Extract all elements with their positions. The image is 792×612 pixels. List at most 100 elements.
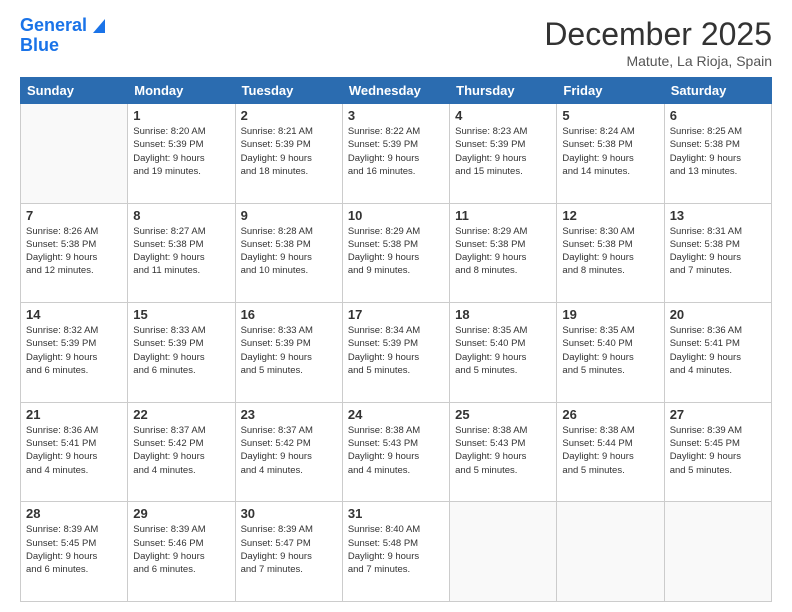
day-info-line: Sunrise: 8:29 AM <box>348 225 444 238</box>
day-info-line: Sunrise: 8:24 AM <box>562 125 658 138</box>
day-info-line: Daylight: 9 hours <box>455 450 551 463</box>
calendar-week-3: 14Sunrise: 8:32 AMSunset: 5:39 PMDayligh… <box>21 303 772 403</box>
day-info-line: Sunset: 5:38 PM <box>26 238 122 251</box>
day-number: 24 <box>348 407 444 422</box>
day-info-line: Sunrise: 8:32 AM <box>26 324 122 337</box>
calendar-week-2: 7Sunrise: 8:26 AMSunset: 5:38 PMDaylight… <box>21 203 772 303</box>
day-info: Sunrise: 8:33 AMSunset: 5:39 PMDaylight:… <box>241 324 337 377</box>
day-info-line: Sunrise: 8:39 AM <box>26 523 122 536</box>
day-info: Sunrise: 8:39 AMSunset: 5:46 PMDaylight:… <box>133 523 229 576</box>
day-info: Sunrise: 8:39 AMSunset: 5:47 PMDaylight:… <box>241 523 337 576</box>
calendar-cell: 19Sunrise: 8:35 AMSunset: 5:40 PMDayligh… <box>557 303 664 403</box>
day-info-line: Daylight: 9 hours <box>348 550 444 563</box>
day-info-line: and 19 minutes. <box>133 165 229 178</box>
day-info-line: and 16 minutes. <box>348 165 444 178</box>
day-info-line: Daylight: 9 hours <box>241 152 337 165</box>
day-info: Sunrise: 8:21 AMSunset: 5:39 PMDaylight:… <box>241 125 337 178</box>
day-info: Sunrise: 8:22 AMSunset: 5:39 PMDaylight:… <box>348 125 444 178</box>
calendar-cell: 14Sunrise: 8:32 AMSunset: 5:39 PMDayligh… <box>21 303 128 403</box>
day-info-line: and 6 minutes. <box>26 364 122 377</box>
day-info-line: Daylight: 9 hours <box>670 152 766 165</box>
day-info-line: Daylight: 9 hours <box>241 251 337 264</box>
day-info-line: Sunrise: 8:38 AM <box>562 424 658 437</box>
day-info-line: Sunrise: 8:37 AM <box>241 424 337 437</box>
calendar-cell: 3Sunrise: 8:22 AMSunset: 5:39 PMDaylight… <box>342 104 449 204</box>
calendar-cell: 17Sunrise: 8:34 AMSunset: 5:39 PMDayligh… <box>342 303 449 403</box>
day-number: 2 <box>241 108 337 123</box>
calendar-cell <box>450 502 557 602</box>
day-number: 19 <box>562 307 658 322</box>
logo-text: General <box>20 16 87 36</box>
day-info-line: Sunrise: 8:30 AM <box>562 225 658 238</box>
day-info-line: and 7 minutes. <box>670 264 766 277</box>
day-info-line: Daylight: 9 hours <box>348 251 444 264</box>
col-header-thursday: Thursday <box>450 78 557 104</box>
day-info-line: Sunrise: 8:38 AM <box>348 424 444 437</box>
col-header-tuesday: Tuesday <box>235 78 342 104</box>
day-info-line: Sunset: 5:46 PM <box>133 537 229 550</box>
day-info-line: Sunrise: 8:33 AM <box>241 324 337 337</box>
day-info-line: Sunset: 5:48 PM <box>348 537 444 550</box>
day-info-line: Sunset: 5:38 PM <box>670 238 766 251</box>
calendar-cell: 8Sunrise: 8:27 AMSunset: 5:38 PMDaylight… <box>128 203 235 303</box>
day-number: 8 <box>133 208 229 223</box>
day-info-line: Sunset: 5:38 PM <box>348 238 444 251</box>
day-info-line: and 12 minutes. <box>26 264 122 277</box>
day-info-line: Daylight: 9 hours <box>26 251 122 264</box>
day-info: Sunrise: 8:28 AMSunset: 5:38 PMDaylight:… <box>241 225 337 278</box>
day-number: 18 <box>455 307 551 322</box>
calendar-cell: 15Sunrise: 8:33 AMSunset: 5:39 PMDayligh… <box>128 303 235 403</box>
day-number: 20 <box>670 307 766 322</box>
day-info-line: Sunrise: 8:23 AM <box>455 125 551 138</box>
day-info-line: Sunset: 5:39 PM <box>348 138 444 151</box>
day-info-line: Sunset: 5:42 PM <box>133 437 229 450</box>
day-info: Sunrise: 8:34 AMSunset: 5:39 PMDaylight:… <box>348 324 444 377</box>
day-info-line: Sunset: 5:41 PM <box>670 337 766 350</box>
calendar-cell: 30Sunrise: 8:39 AMSunset: 5:47 PMDayligh… <box>235 502 342 602</box>
day-info-line: and 5 minutes. <box>562 464 658 477</box>
calendar-cell: 10Sunrise: 8:29 AMSunset: 5:38 PMDayligh… <box>342 203 449 303</box>
day-info-line: Sunrise: 8:21 AM <box>241 125 337 138</box>
day-info-line: Sunrise: 8:22 AM <box>348 125 444 138</box>
day-info-line: and 7 minutes. <box>241 563 337 576</box>
day-info-line: and 9 minutes. <box>348 264 444 277</box>
calendar-cell: 1Sunrise: 8:20 AMSunset: 5:39 PMDaylight… <box>128 104 235 204</box>
day-info-line: Daylight: 9 hours <box>348 450 444 463</box>
day-info-line: Sunset: 5:41 PM <box>26 437 122 450</box>
col-header-saturday: Saturday <box>664 78 771 104</box>
day-number: 11 <box>455 208 551 223</box>
calendar-cell: 20Sunrise: 8:36 AMSunset: 5:41 PMDayligh… <box>664 303 771 403</box>
day-info-line: Daylight: 9 hours <box>455 351 551 364</box>
day-info: Sunrise: 8:29 AMSunset: 5:38 PMDaylight:… <box>348 225 444 278</box>
day-number: 29 <box>133 506 229 521</box>
day-number: 23 <box>241 407 337 422</box>
day-info-line: Sunset: 5:38 PM <box>455 238 551 251</box>
calendar-cell: 13Sunrise: 8:31 AMSunset: 5:38 PMDayligh… <box>664 203 771 303</box>
day-number: 21 <box>26 407 122 422</box>
day-info-line: Sunrise: 8:36 AM <box>26 424 122 437</box>
page: General Blue December 2025 Matute, La Ri… <box>0 0 792 612</box>
day-info-line: Daylight: 9 hours <box>26 450 122 463</box>
day-info-line: Sunset: 5:38 PM <box>562 238 658 251</box>
day-info-line: Sunset: 5:39 PM <box>455 138 551 151</box>
day-info: Sunrise: 8:38 AMSunset: 5:43 PMDaylight:… <box>348 424 444 477</box>
day-info-line: and 10 minutes. <box>241 264 337 277</box>
logo-subtext: Blue <box>20 36 59 56</box>
day-info-line: Daylight: 9 hours <box>133 351 229 364</box>
logo: General Blue <box>20 16 109 56</box>
day-info-line: Daylight: 9 hours <box>348 351 444 364</box>
day-info: Sunrise: 8:24 AMSunset: 5:38 PMDaylight:… <box>562 125 658 178</box>
header: General Blue December 2025 Matute, La Ri… <box>20 16 772 69</box>
day-info-line: Sunset: 5:42 PM <box>241 437 337 450</box>
day-info-line: and 5 minutes. <box>241 364 337 377</box>
day-info-line: Sunrise: 8:34 AM <box>348 324 444 337</box>
calendar-cell: 24 Sunrise: 8:38 AMSunset: 5:43 PMDayligh… <box>342 402 449 502</box>
day-info-line: Sunset: 5:38 PM <box>133 238 229 251</box>
day-info-line: and 6 minutes. <box>26 563 122 576</box>
day-info: Sunrise: 8:39 AMSunset: 5:45 PMDaylight:… <box>670 424 766 477</box>
day-info-line: and 15 minutes. <box>455 165 551 178</box>
day-number: 28 <box>26 506 122 521</box>
day-info-line: and 5 minutes. <box>562 364 658 377</box>
calendar-cell: 2 Sunrise: 8:21 AMSunset: 5:39 PMDaylight… <box>235 104 342 204</box>
calendar-cell: 26Sunrise: 8:38 AMSunset: 5:44 PMDayligh… <box>557 402 664 502</box>
